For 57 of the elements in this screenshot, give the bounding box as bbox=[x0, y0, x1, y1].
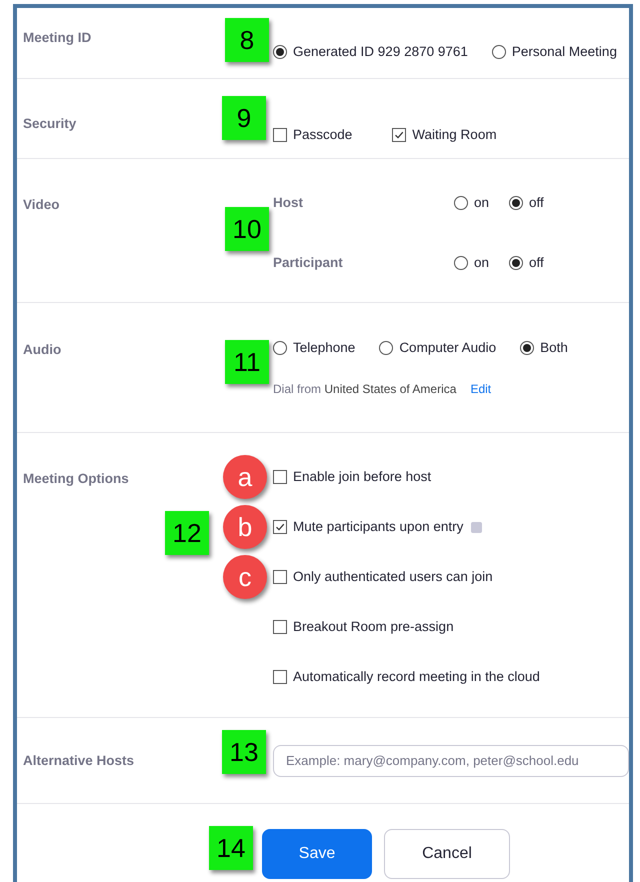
number-badge: 10 bbox=[225, 207, 269, 251]
radio-label: on bbox=[474, 254, 490, 272]
edit-link[interactable]: Edit bbox=[470, 380, 492, 398]
number-badge: 11 bbox=[225, 340, 269, 384]
number-badge: 14 bbox=[209, 826, 253, 870]
radio-label: on bbox=[474, 194, 490, 212]
radio-button[interactable] bbox=[379, 341, 394, 356]
check-icon bbox=[275, 522, 285, 532]
radio-label: Telephone bbox=[293, 339, 356, 357]
checkbox-label: Waiting Room bbox=[412, 126, 497, 144]
radio-button[interactable] bbox=[454, 256, 468, 270]
save-button[interactable]: Save bbox=[262, 829, 372, 879]
section-label: Security bbox=[23, 116, 76, 131]
radio-button[interactable] bbox=[454, 196, 468, 210]
radio-label: off bbox=[529, 254, 544, 272]
number-badge: 8 bbox=[225, 18, 269, 62]
radio-button[interactable] bbox=[509, 256, 524, 270]
section-label: Audio bbox=[23, 342, 62, 357]
checkbox-label: Passcode bbox=[293, 126, 352, 144]
number-badge: 9 bbox=[222, 96, 266, 140]
checkbox-label: Breakout Room pre-assign bbox=[293, 618, 454, 636]
checkbox[interactable] bbox=[273, 128, 287, 142]
radio-label: Computer Audio bbox=[399, 339, 496, 357]
cancel-button[interactable]: Cancel bbox=[384, 829, 510, 879]
radio-button[interactable] bbox=[273, 45, 287, 59]
radio-label: off bbox=[529, 194, 544, 212]
number-badge: 13 bbox=[222, 730, 266, 774]
radio-button[interactable] bbox=[520, 341, 534, 356]
section-label: Video bbox=[23, 197, 60, 212]
checkbox[interactable] bbox=[273, 470, 287, 484]
alternative-hosts-field[interactable]: Example: mary@company.com, peter@school.edu bbox=[273, 744, 629, 776]
checkbox[interactable] bbox=[273, 570, 287, 584]
row-label: Participant bbox=[273, 254, 344, 272]
checkbox-label: Enable join before host bbox=[293, 468, 432, 486]
letter-badge: c bbox=[223, 555, 267, 599]
checkbox[interactable] bbox=[392, 128, 406, 142]
letter-badge: a bbox=[223, 455, 267, 499]
radio-label: Personal Meeting bbox=[512, 42, 617, 61]
radio-button[interactable] bbox=[492, 45, 506, 59]
section-label: Meeting ID bbox=[23, 30, 92, 45]
checkbox-label: Only authenticated users can join bbox=[293, 568, 493, 586]
radio-label: Generated ID 929 2870 9761 bbox=[293, 42, 468, 61]
checkbox[interactable] bbox=[273, 620, 287, 634]
row-label: Host bbox=[273, 194, 304, 212]
dial-from-text: Dial from United States of America bbox=[273, 381, 456, 398]
radio-label: Both bbox=[540, 339, 568, 357]
number-badge: 12 bbox=[165, 511, 209, 555]
checkbox-label: Automatically record meeting in the cloud bbox=[293, 668, 540, 686]
section-label: Meeting Options bbox=[23, 471, 129, 486]
section-label: Alternative Hosts bbox=[23, 752, 134, 768]
radio-button[interactable] bbox=[509, 196, 524, 210]
letter-badge: b bbox=[223, 505, 267, 549]
checkbox-label: Mute participants upon entry bbox=[293, 518, 464, 536]
checkbox[interactable] bbox=[273, 520, 287, 534]
checkbox[interactable] bbox=[273, 670, 287, 684]
radio-button[interactable] bbox=[273, 341, 287, 356]
check-icon bbox=[394, 130, 404, 140]
